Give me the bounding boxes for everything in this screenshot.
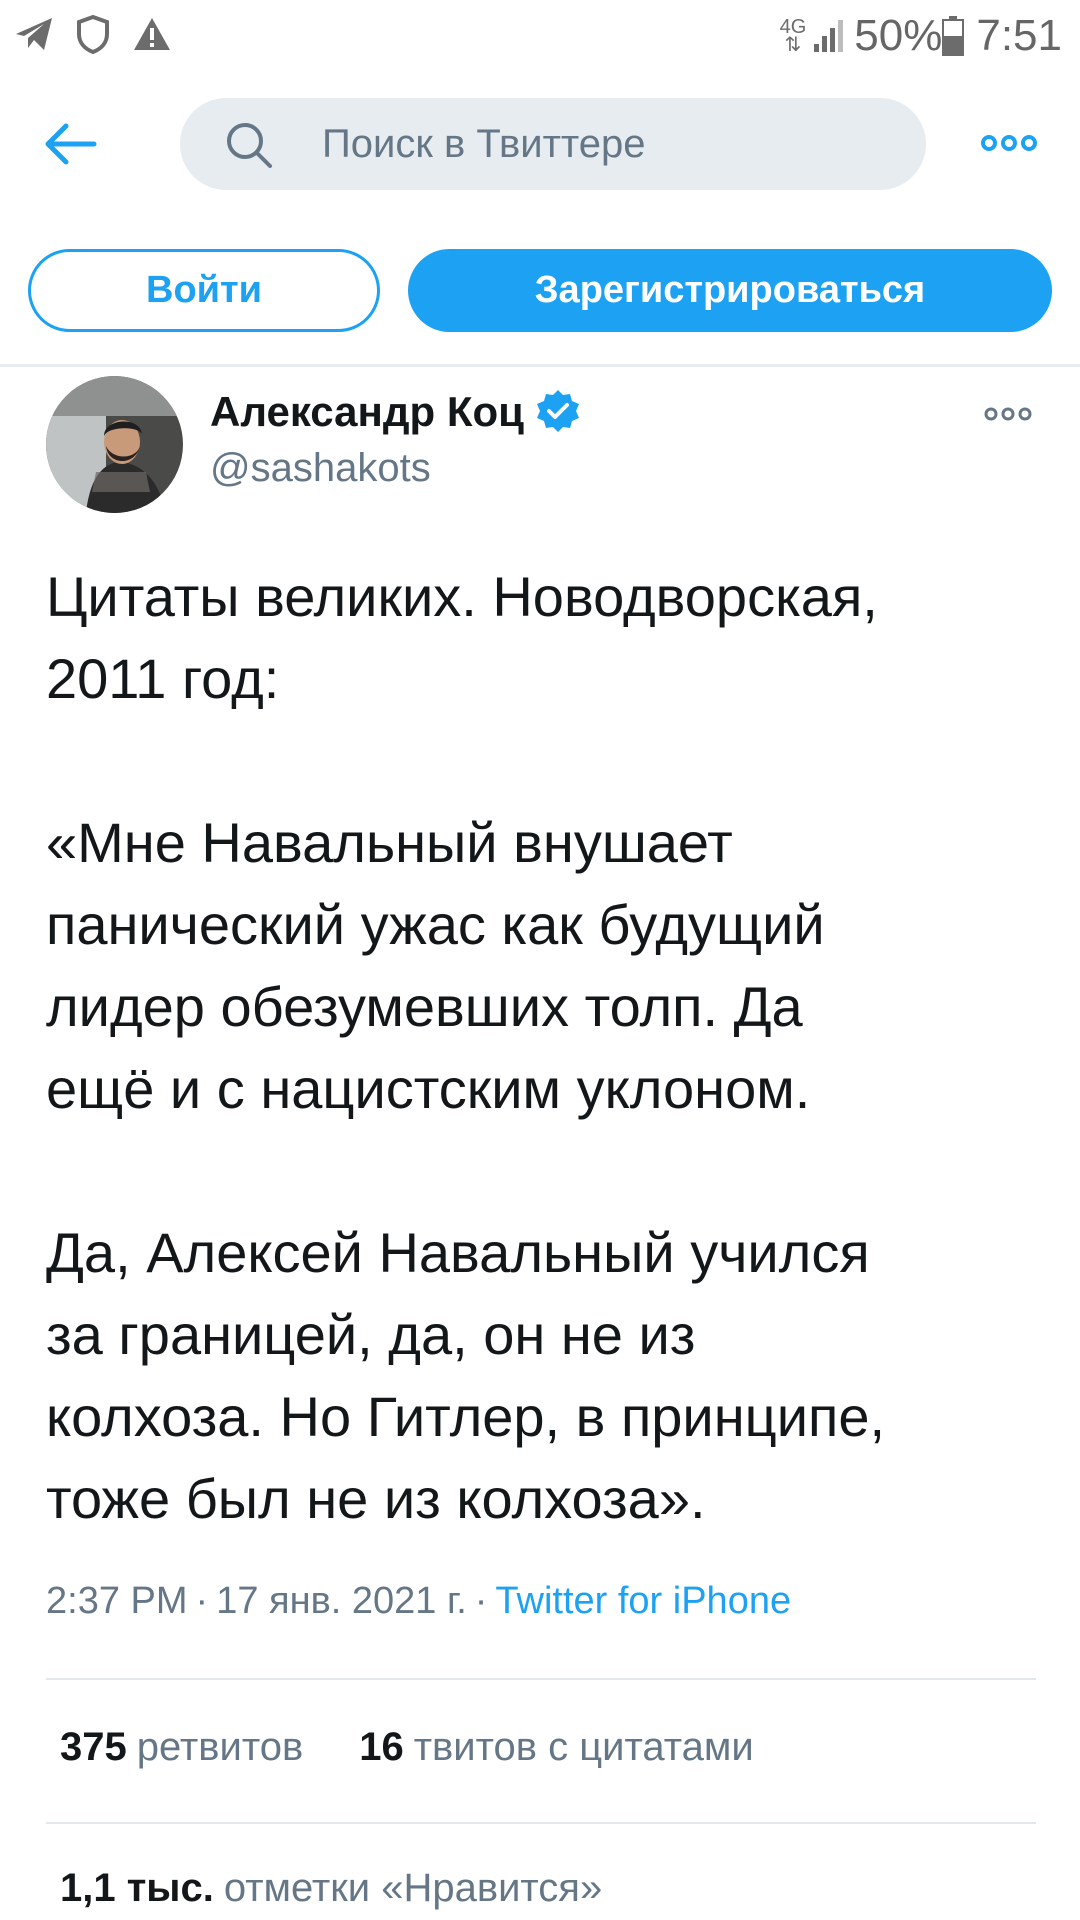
tweet-date: 17 янв. 2021 г. (216, 1580, 467, 1622)
shield-icon (77, 14, 109, 54)
verified-badge-icon (536, 390, 579, 432)
author-name[interactable]: Александр Коц (210, 388, 582, 436)
quotes-stat[interactable]: 16 твитов с цитатами (359, 1725, 753, 1770)
tweet-meta: 2:37 PM · 17 янв. 2021 г. · Twitter for iPho… (46, 1580, 791, 1623)
meta-separator: · (195, 1580, 209, 1622)
status-right: 4G ⇅ 50% 7:51 (780, 8, 1062, 64)
author-handle[interactable]: @sashakots (210, 446, 431, 491)
tweet-time: 2:37 PM (46, 1580, 188, 1622)
divider (46, 1678, 1036, 1680)
battery-icon (942, 16, 965, 56)
avatar[interactable] (46, 376, 183, 513)
network-type: 4G ⇅ (779, 16, 807, 56)
divider (46, 1822, 1036, 1824)
quotes-label: твитов с цитатами (413, 1725, 754, 1769)
telegram-icon (16, 18, 52, 50)
signal-icon (814, 20, 844, 52)
tweet-source-link[interactable]: Twitter for iPhone (495, 1580, 791, 1622)
meta-separator: · (474, 1580, 488, 1622)
status-left-icons (14, 14, 172, 54)
search-icon (227, 123, 272, 168)
search-placeholder: Поиск в Твиттере (322, 122, 646, 166)
retweets-count: 375 (60, 1725, 127, 1769)
divider (0, 364, 1080, 367)
login-button[interactable]: Войти (28, 249, 380, 332)
likes-stat[interactable]: 1,1 тыс. отметки «Нравится» (60, 1866, 602, 1911)
likes-count: 1,1 тыс. (60, 1866, 214, 1910)
more-icon (981, 135, 1037, 151)
tweet-paragraph: Цитаты великих. Новодворская, 2011 год: (46, 565, 878, 710)
back-button[interactable] (40, 118, 100, 170)
engagement-stats: 375 ретвитов 16 твитов с цитатами (60, 1725, 754, 1770)
back-arrow-icon (45, 123, 97, 165)
battery-percent: 50% (854, 11, 943, 60)
tweet-paragraph: «Мне Навальный внушает панический ужас к… (46, 811, 825, 1120)
avatar-image (46, 376, 183, 513)
quotes-count: 16 (359, 1725, 404, 1769)
tweet-text: Цитаты великих. Новодворская, 2011 год: … (46, 556, 1046, 1540)
search-input[interactable]: Поиск в Твиттере (180, 98, 926, 190)
status-bar: 4G ⇅ 50% 7:51 (0, 0, 1080, 72)
tweet-paragraph: Да, Алексей Навальный учился за границей… (46, 1221, 886, 1530)
top-bar: Поиск в Твиттере (0, 96, 1080, 192)
author-name-text: Александр Коц (210, 388, 524, 435)
retweets-stat[interactable]: 375 ретвитов (60, 1725, 303, 1770)
likes-label: отметки «Нравится» (223, 1866, 603, 1910)
more-icon (984, 407, 1032, 421)
signup-button[interactable]: Зарегистрироваться (408, 249, 1052, 332)
tweet-more-button[interactable] (984, 402, 1032, 426)
warning-icon (134, 18, 170, 50)
more-options-button[interactable] (980, 128, 1038, 158)
retweets-label: ретвитов (136, 1725, 304, 1769)
clock: 7:51 (976, 11, 1062, 60)
